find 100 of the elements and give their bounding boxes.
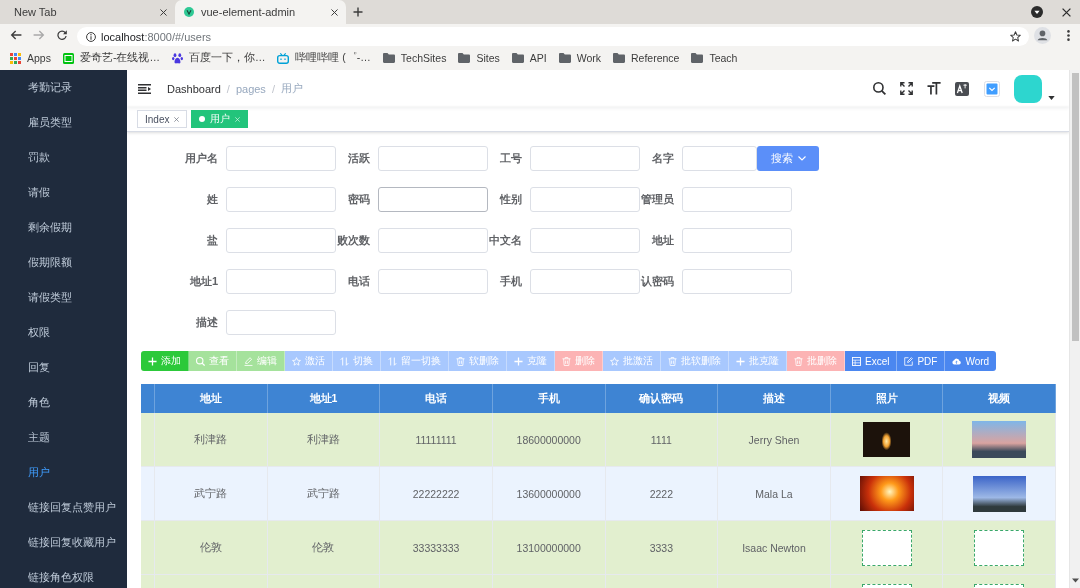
sidebar-item[interactable]: 主题 (0, 420, 127, 455)
sidebar-item[interactable]: 权限 (0, 315, 127, 350)
bookmark-item[interactable]: 哔哩哔哩 (゜-… (277, 51, 371, 65)
folder-icon (382, 53, 395, 63)
sidebar-item[interactable]: 用户 (0, 455, 127, 490)
photo-placeholder (859, 476, 914, 511)
caret-icon[interactable] (1048, 96, 1055, 100)
folder-icon (458, 53, 471, 63)
input-field[interactable] (378, 187, 488, 212)
sidebar-item[interactable]: 考勤记录 (0, 70, 127, 105)
url-text: localhost:8000/#/users (101, 30, 212, 43)
pen-icon (244, 356, 253, 366)
translate-icon[interactable] (955, 81, 969, 96)
sidebar-item[interactable]: 回复 (0, 350, 127, 385)
sidebar-item[interactable]: 角色 (0, 385, 127, 420)
sidebar-item[interactable]: 链接角色权限 (0, 560, 127, 588)
trash-icon (456, 356, 465, 366)
breadcrumb-link[interactable]: Dashboard (167, 82, 221, 95)
sidebar-item[interactable]: 链接回复收藏用户 (0, 525, 127, 560)
breadcrumb-separator: / (226, 82, 230, 95)
close-icon[interactable] (331, 8, 338, 16)
input-field[interactable] (378, 146, 488, 171)
bookmark-item[interactable]: TechSites (382, 52, 447, 64)
input-field[interactable] (226, 310, 336, 335)
plus-icon (148, 356, 157, 366)
sidebar-item[interactable]: 剩余假期 (0, 210, 127, 245)
bookmark-item[interactable]: Work (558, 52, 601, 64)
bookmark-item[interactable]: 爱奇艺-在线视… (62, 51, 160, 65)
trash-icon (668, 356, 677, 366)
bookmark-item[interactable]: Sites (458, 52, 500, 64)
text-size-icon[interactable] (927, 82, 941, 95)
table-row[interactable]: 利津路 利津路 11111111 18600000000 1111 Jerry Shen (141, 413, 1056, 467)
sidebar-item[interactable]: 假期限额 (0, 245, 127, 280)
trash-icon (794, 356, 803, 366)
color-picker-icon[interactable] (984, 80, 1000, 97)
bookmark-item[interactable]: 百度一下，你… (171, 51, 266, 65)
input-field[interactable] (530, 187, 640, 212)
plus-icon[interactable] (353, 7, 363, 17)
input-field[interactable] (226, 228, 336, 253)
fullscreen-icon[interactable] (900, 82, 913, 95)
sidebar-item[interactable]: 链接回复点赞用户 (0, 490, 127, 525)
scrollbar-thumb[interactable] (1071, 73, 1079, 341)
input-field[interactable] (682, 187, 792, 212)
input-field[interactable] (682, 228, 792, 253)
input-field[interactable] (378, 228, 488, 253)
field-label: 姓 (206, 192, 218, 207)
avatar-placeholder[interactable] (1014, 74, 1042, 103)
folder-icon (558, 53, 571, 63)
input-field[interactable] (226, 146, 336, 171)
sidebar-item[interactable]: 罚款 (0, 140, 127, 175)
input-field[interactable] (226, 269, 336, 294)
photo-placeholder (972, 475, 1026, 512)
browser-tab[interactable]: vue-element-admin (175, 0, 346, 24)
profile-icon[interactable] (1034, 26, 1051, 44)
tag[interactable]: Index (137, 110, 188, 128)
plus-icon (514, 356, 523, 366)
paw-icon (171, 52, 183, 64)
input-field[interactable] (682, 269, 792, 294)
search-icon[interactable] (873, 82, 886, 95)
folder-icon (511, 53, 524, 63)
table-row[interactable]: 伦敦 伦敦 33333333 13100000000 3333 Isaac Newton (141, 521, 1056, 575)
bookmark-item[interactable]: API (511, 52, 547, 64)
close-icon[interactable] (160, 8, 167, 16)
browser-tab[interactable]: New Tab (0, 0, 175, 24)
field-label: 地址 (651, 233, 674, 248)
menu-icon[interactable] (138, 83, 151, 94)
reload-icon[interactable] (56, 30, 68, 40)
favicon-icon (184, 7, 194, 17)
back-icon[interactable] (10, 30, 22, 40)
more-icon[interactable] (1067, 29, 1070, 41)
sidebar-item[interactable]: 请假 (0, 175, 127, 210)
info-icon[interactable] (86, 31, 96, 42)
input-field[interactable] (530, 269, 640, 294)
bookmark-item[interactable]: Reference (613, 52, 680, 64)
sidebar-item[interactable]: 请假类型 (0, 280, 127, 315)
swap-icon (388, 356, 397, 366)
swap-icon (340, 356, 349, 366)
address-bar[interactable]: localhost:8000/#/users (77, 27, 1029, 46)
field-label: 管理员 (640, 192, 674, 207)
bookmark-item[interactable]: Teach (691, 52, 738, 64)
field-label: 工号 (499, 151, 522, 166)
input-field[interactable] (530, 146, 640, 171)
table-row[interactable]: 武宁路 武宁路 22222222 13600000000 2222 Mala La (141, 467, 1056, 521)
sidebar-item[interactable]: 雇员类型 (0, 105, 127, 140)
star-icon[interactable] (1010, 31, 1021, 42)
field-label: 中文名 (488, 233, 522, 248)
scrollbar-track[interactable] (1069, 70, 1080, 588)
close-icon[interactable] (1062, 7, 1071, 17)
photo-placeholder (972, 421, 1027, 458)
input-field[interactable] (530, 228, 640, 253)
scroll-down-icon[interactable] (1071, 578, 1079, 583)
input-field[interactable] (378, 269, 488, 294)
field-label: 认密码 (640, 274, 674, 289)
breadcrumb-item: pages (235, 82, 266, 95)
input-field[interactable] (682, 146, 757, 171)
field-label: 名字 (651, 151, 674, 166)
dropdown-icon[interactable] (1031, 6, 1043, 18)
bookmark-item[interactable]: Apps (10, 52, 51, 64)
input-field[interactable] (226, 187, 336, 212)
field-label: 密码 (347, 192, 370, 207)
